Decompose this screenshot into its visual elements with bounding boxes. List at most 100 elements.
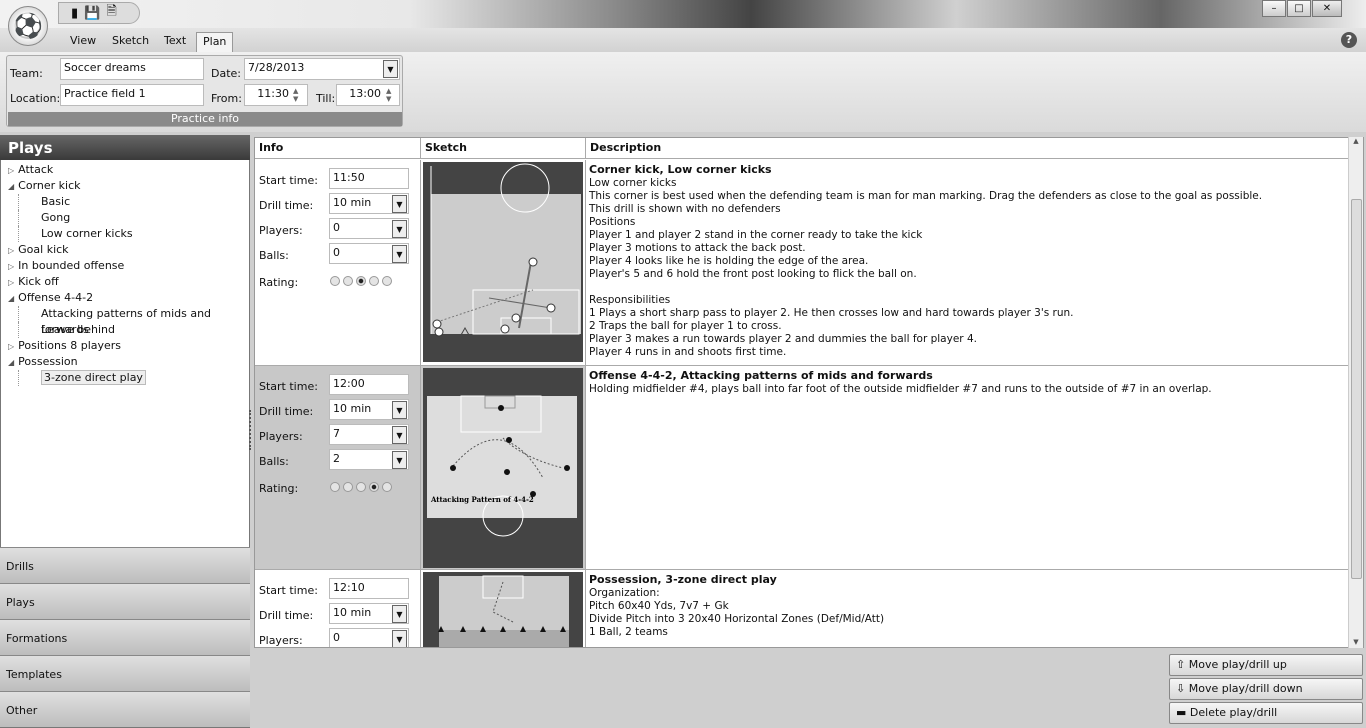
from-time-spinner[interactable]: 11:30 (244, 84, 308, 106)
rating-radios[interactable] (330, 276, 395, 289)
scroll-down-icon[interactable]: ▼ (1349, 638, 1363, 646)
date-picker[interactable]: 7/28/2013 ▼ (244, 58, 400, 80)
delete-button[interactable]: ▬ Delete play/drill (1169, 702, 1363, 724)
sketch-cell[interactable] (421, 570, 586, 647)
nav-plays[interactable]: Plays (0, 583, 250, 619)
tree-item[interactable]: Low corner kicks (18, 226, 248, 242)
rating-radio-5[interactable] (382, 276, 392, 286)
start-input[interactable]: 12:00 (329, 374, 409, 395)
start-label: Start time: (259, 380, 318, 393)
chevron-down-icon[interactable]: ▼ (383, 60, 398, 78)
move-down-button[interactable]: ⇩ Move play/drill down (1169, 678, 1363, 700)
drill-dropdown[interactable]: 10 min ▼ (329, 399, 409, 420)
nav-templates[interactable]: Templates (0, 655, 250, 691)
drill-dropdown[interactable]: 10 min ▼ (329, 603, 409, 624)
rating-radio-4[interactable] (369, 482, 379, 492)
maximize-button[interactable]: □ (1287, 0, 1311, 17)
help-icon[interactable]: ? (1341, 32, 1357, 48)
rating-radio-1[interactable] (330, 276, 340, 286)
tree-item[interactable]: Basic (18, 194, 248, 210)
sketch-cell[interactable]: Attacking Pattern of 4-4-2 (421, 366, 586, 569)
expander-icon[interactable]: ▷ (8, 262, 14, 271)
start-value: 11:50 (333, 171, 365, 184)
rating-radio-3[interactable] (356, 482, 366, 492)
rating-radio-5[interactable] (382, 482, 392, 492)
chevron-down-icon[interactable]: ▼ (392, 426, 407, 444)
tree-item-label: Possession (18, 355, 78, 368)
start-value: 12:00 (333, 377, 365, 390)
expander-icon[interactable]: ▷ (8, 342, 14, 351)
drill-dropdown[interactable]: 10 min ▼ (329, 193, 409, 214)
spinner-arrows-icon[interactable]: ▲ ▼ (386, 87, 391, 103)
chevron-down-icon[interactable]: ▼ (392, 401, 407, 419)
rating-radio-1[interactable] (330, 482, 340, 492)
players-value: 7 (333, 427, 340, 440)
nav-formations[interactable]: Formations (0, 619, 250, 655)
tree-item[interactable]: Gong (18, 210, 248, 226)
tab-sketch[interactable]: Sketch (106, 32, 155, 52)
tree-item[interactable]: Leave behind (18, 322, 248, 338)
nav-other[interactable]: Other (0, 691, 250, 727)
expander-icon[interactable]: ◢ (8, 358, 14, 367)
save-icon[interactable]: 💾 (84, 6, 100, 21)
tab-plan[interactable]: Plan (196, 32, 234, 52)
location-input[interactable]: Practice field 1 (60, 84, 204, 106)
expander-icon[interactable]: ◢ (8, 294, 14, 303)
tree-item[interactable]: ▷ Kick off (8, 274, 248, 290)
balls-dropdown[interactable]: 0 ▼ (329, 243, 409, 264)
header-info[interactable]: Info (255, 138, 421, 159)
vertical-scrollbar[interactable]: ▲ ▼ (1348, 137, 1363, 648)
tree-item[interactable]: ▷ Goal kick (8, 242, 248, 258)
start-input[interactable]: 12:10 (329, 578, 409, 599)
table-row[interactable]: Start time: 12:10 Drill time: 10 min ▼ Play… (255, 570, 1349, 647)
expander-icon[interactable]: ◢ (8, 182, 14, 191)
players-dropdown[interactable]: 0 ▼ (329, 218, 409, 239)
chevron-down-icon[interactable]: ▼ (392, 195, 407, 213)
tree-item[interactable]: ▷ Positions 8 players (8, 338, 248, 354)
table-row[interactable]: Start time: 12:00 Drill time: 10 min ▼ Play… (255, 366, 1349, 570)
scroll-up-icon[interactable]: ▲ (1349, 137, 1363, 145)
rating-radio-2[interactable] (343, 482, 353, 492)
tab-text[interactable]: Text (158, 32, 192, 52)
rating-radios[interactable] (330, 482, 395, 495)
chevron-down-icon[interactable]: ▼ (392, 220, 407, 238)
expander-icon[interactable]: ▷ (8, 278, 14, 287)
tree-item[interactable]: ◢ Offense 4-4-2 (8, 290, 248, 306)
expander-icon[interactable]: ▷ (8, 246, 14, 255)
team-input[interactable]: Soccer dreams (60, 58, 204, 80)
tree-item[interactable]: ◢ Possession (8, 354, 248, 370)
scrollbar-thumb[interactable] (1351, 199, 1362, 579)
rating-radio-2[interactable] (343, 276, 353, 286)
tree-item[interactable]: 3-zone direct play (18, 370, 248, 386)
tab-view[interactable]: View (64, 32, 102, 52)
spinner-arrows-icon[interactable]: ▲ ▼ (293, 87, 298, 103)
start-input[interactable]: 11:50 (329, 168, 409, 189)
move-up-button[interactable]: ⇧ Move play/drill up (1169, 654, 1363, 676)
chevron-down-icon[interactable]: ▼ (392, 605, 407, 623)
tree-item[interactable]: ▷ In bounded offense (8, 258, 248, 274)
clipboard-icon[interactable]: ▮ (71, 6, 78, 21)
nav-drills[interactable]: Drills (0, 547, 250, 583)
document-icon[interactable]: 🗎 (106, 2, 116, 24)
chevron-down-icon[interactable]: ▼ (392, 451, 407, 469)
table-row[interactable]: Start time: 11:50 Drill time: 10 min ▼ Play… (255, 160, 1349, 366)
balls-dropdown[interactable]: 2 ▼ (329, 449, 409, 470)
rating-radio-3[interactable] (356, 276, 366, 286)
header-sketch[interactable]: Sketch (421, 138, 586, 159)
app-menu-soccer-ball-icon[interactable]: ⚽ (8, 6, 48, 46)
players-dropdown[interactable]: 0 ▼ (329, 628, 409, 647)
chevron-down-icon[interactable]: ▼ (392, 245, 407, 263)
tree-item[interactable]: ◢ Corner kick (8, 178, 248, 194)
close-button[interactable]: ✕ (1312, 0, 1342, 17)
chevron-down-icon[interactable]: ▼ (392, 630, 407, 647)
expander-icon[interactable]: ▷ (8, 166, 14, 175)
tree-item[interactable]: ▷ Attack (8, 162, 248, 178)
sketch-cell[interactable] (421, 160, 586, 365)
sketch-attacking-pattern: Attacking Pattern of 4-4-2 (423, 368, 583, 568)
rating-radio-4[interactable] (369, 276, 379, 286)
tree-item[interactable]: Attacking patterns of mids and forwards (18, 306, 248, 336)
players-dropdown[interactable]: 7 ▼ (329, 424, 409, 445)
splitter-handle[interactable] (249, 410, 253, 450)
minimize-button[interactable]: – (1262, 0, 1286, 17)
header-description[interactable]: Description (586, 138, 1349, 159)
